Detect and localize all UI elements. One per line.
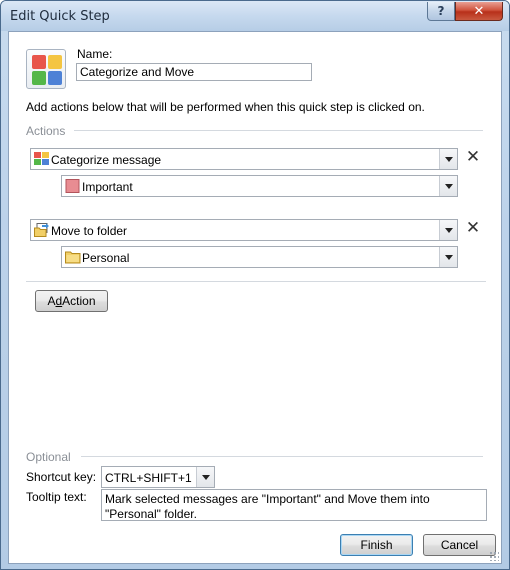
close-icon: ✕ — [473, 3, 485, 19]
window-title: Edit Quick Step — [10, 9, 110, 24]
optional-divider — [81, 456, 483, 457]
close-icon: ✕ — [465, 147, 481, 167]
action-1-option-combo[interactable]: Important — [61, 175, 458, 197]
yellow-square-icon — [48, 55, 62, 69]
action-2-combo[interactable]: Move to folder — [30, 219, 458, 241]
dialog-content: Name: Categorize and Move Add actions be… — [8, 31, 502, 564]
green-square-icon — [32, 71, 46, 85]
folder-icon — [65, 251, 81, 264]
name-label: Name: — [77, 47, 113, 61]
add-action-divider — [26, 281, 486, 282]
finish-button[interactable]: Finish — [340, 534, 413, 556]
shortcut-key-select[interactable]: CTRL+SHIFT+1 — [101, 466, 215, 488]
optional-section-title: Optional — [26, 450, 71, 464]
shortcut-key-label: Shortcut key: — [26, 470, 97, 484]
action-1-label: Categorize message — [51, 153, 162, 167]
action-2-option-label: Personal — [82, 251, 130, 265]
title-bar[interactable]: Edit Quick Step ? ✕ — [1, 1, 509, 31]
shortcut-key-value: CTRL+SHIFT+1 — [105, 471, 192, 485]
remove-action-1-button[interactable]: ✕ — [465, 147, 481, 167]
quick-step-icon-picker[interactable] — [26, 49, 66, 89]
close-icon: ✕ — [465, 218, 481, 238]
cancel-button[interactable]: Cancel — [423, 534, 496, 556]
close-button[interactable]: ✕ — [455, 2, 503, 21]
actions-section-title: Actions — [26, 124, 66, 138]
category-color-swatch-icon — [65, 179, 80, 193]
tooltip-text-input[interactable]: Mark selected messages are "Important" a… — [101, 489, 487, 521]
instruction-text: Add actions below that will be performed… — [26, 100, 425, 114]
help-button[interactable]: ? — [427, 2, 455, 21]
red-square-icon — [32, 55, 46, 69]
chevron-down-icon[interactable] — [439, 220, 457, 240]
resize-grip-icon[interactable] — [489, 551, 499, 561]
move-to-folder-icon — [34, 223, 49, 237]
actions-divider — [74, 130, 483, 131]
remove-action-2-button[interactable]: ✕ — [465, 218, 481, 238]
chevron-down-icon[interactable] — [439, 176, 457, 196]
help-icon: ? — [437, 4, 445, 18]
chevron-down-icon[interactable] — [439, 149, 457, 169]
action-2-option-combo[interactable]: Personal — [61, 246, 458, 268]
action-1-combo[interactable]: Categorize message — [30, 148, 458, 170]
action-2-label: Move to folder — [51, 224, 128, 238]
tooltip-text-label: Tooltip text: — [26, 490, 87, 504]
categorize-icon — [34, 152, 49, 165]
blue-square-icon — [48, 71, 62, 85]
chevron-down-icon[interactable] — [439, 247, 457, 267]
action-1-option-label: Important — [82, 180, 133, 194]
edit-quick-step-dialog: Edit Quick Step ? ✕ Name: Categorize and… — [0, 0, 510, 570]
name-input[interactable]: Categorize and Move — [76, 63, 312, 81]
chevron-down-icon[interactable] — [196, 467, 214, 487]
add-action-button[interactable]: Ad Action — [35, 290, 108, 312]
